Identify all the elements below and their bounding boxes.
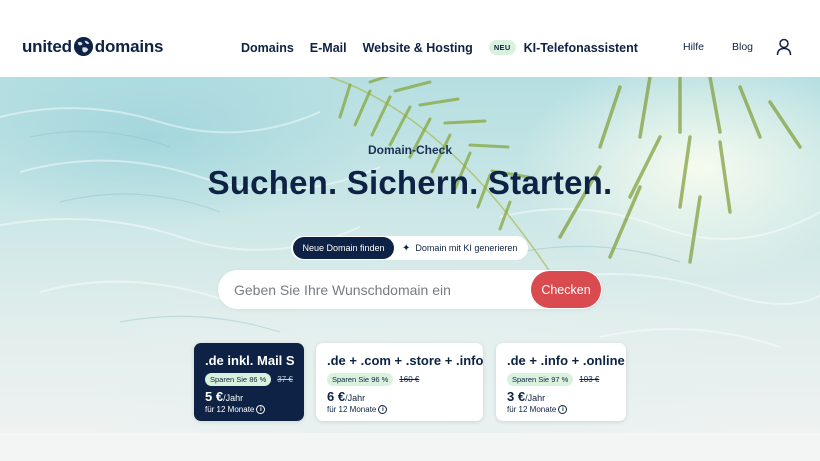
price-value: 3 € — [507, 389, 526, 404]
nav-domains[interactable]: Domains — [241, 41, 294, 55]
offer-card-bundle-3[interactable]: .de + .info + .online Sparen Sie 97 % 10… — [496, 343, 626, 421]
savings-badge: Sparen Sie 97 % — [507, 373, 574, 386]
domain-search-input[interactable] — [234, 270, 534, 309]
old-price: 37 € — [277, 375, 293, 384]
main-nav: Domains E-Mail Website & Hosting NEU KI-… — [241, 40, 654, 55]
period-label: für 12 Monate — [205, 405, 255, 414]
logo-text-right: domains — [94, 36, 164, 56]
price-value: 6 € — [327, 389, 346, 404]
check-button[interactable]: Checken — [531, 271, 601, 308]
offer-price: 6 €/Jahr — [327, 389, 472, 404]
globe-icon — [73, 36, 93, 57]
offer-price: 5 €/Jahr — [205, 389, 293, 404]
logo-text-left: united — [22, 36, 72, 56]
domain-search-bar: Checken — [218, 270, 602, 309]
nav-help[interactable]: Hilfe — [683, 41, 704, 53]
offer-title: .de + .com + .store + .info — [327, 353, 484, 368]
info-icon[interactable]: i — [256, 405, 266, 414]
offer-title: .de inkl. Mail S — [205, 353, 295, 368]
savings-badge: Sparen Sie 86 % — [205, 373, 272, 386]
domain-check-eyebrow: Domain-Check — [367, 143, 453, 157]
period-label: für 12 Monate — [507, 405, 557, 414]
new-badge: NEU — [488, 40, 516, 55]
user-icon[interactable] — [776, 38, 792, 56]
site-header: united domains Domains E-Mail Website & … — [0, 0, 820, 77]
offer-period: für 12 Monate i — [205, 405, 293, 414]
sparkle-icon: ✦ — [402, 242, 411, 254]
old-price: 103 € — [579, 375, 600, 384]
tab-new-domain[interactable]: Neue Domain finden — [293, 237, 394, 259]
nav-ki-telefonassistent[interactable]: NEU KI-Telefonassistent — [488, 40, 638, 55]
price-unit: /Jahr — [525, 393, 546, 403]
offer-period: für 12 Monate i — [327, 405, 472, 414]
search-mode-toggle: Neue Domain finden ✦ Domain mit KI gener… — [291, 236, 528, 260]
page-title: Suchen. Sichern. Starten. — [207, 164, 613, 201]
price-value: 5 € — [205, 389, 224, 404]
hero-section: Domain-Check Suchen. Sichern. Starten. N… — [0, 77, 820, 433]
logo[interactable]: united domains — [22, 36, 164, 57]
nav-ki-label: KI-Telefonassistent — [523, 40, 638, 55]
price-unit: /Jahr — [223, 393, 244, 403]
tab-ai-generate[interactable]: ✦ Domain mit KI generieren — [402, 237, 517, 259]
nav-blog[interactable]: Blog — [732, 41, 753, 53]
offer-card-bundle-4[interactable]: .de + .com + .store + .info Sparen Sie 9… — [316, 343, 483, 421]
price-unit: /Jahr — [345, 393, 366, 403]
page-footer-strip — [0, 433, 820, 461]
old-price: 160 € — [399, 375, 420, 384]
info-icon[interactable]: i — [558, 405, 568, 414]
tab-ai-generate-label: Domain mit KI generieren — [415, 243, 518, 253]
offer-card-de-mail[interactable]: .de inkl. Mail S Sparen Sie 86 % 37 € 5 … — [194, 343, 304, 421]
nav-email[interactable]: E-Mail — [310, 41, 347, 55]
offer-price: 3 €/Jahr — [507, 389, 615, 404]
period-label: für 12 Monate — [327, 405, 377, 414]
nav-website-hosting[interactable]: Website & Hosting — [363, 41, 473, 55]
offer-title: .de + .info + .online — [507, 353, 625, 368]
savings-badge: Sparen Sie 96 % — [327, 373, 394, 386]
offer-period: für 12 Monate i — [507, 405, 615, 414]
info-icon[interactable]: i — [378, 405, 388, 414]
